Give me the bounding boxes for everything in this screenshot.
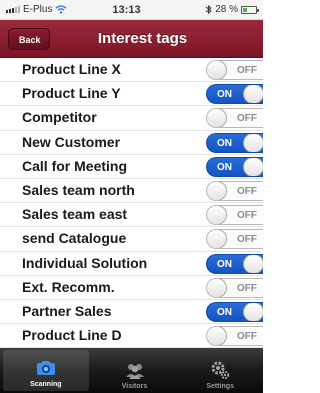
tag-toggle-switch[interactable]: OFF [206, 205, 263, 226]
tag-label: Sales team north [22, 181, 135, 198]
toggle-state-label: ON [217, 161, 232, 173]
tab-scanning[interactable]: Scanning [3, 350, 89, 391]
tag-toggle-switch[interactable]: ON [206, 253, 263, 274]
toggle-knob[interactable] [243, 133, 263, 152]
tab-visitors[interactable]: Visitors [92, 348, 178, 393]
tag-label: Product Line Y [22, 85, 121, 102]
tag-label: Call for Meeting [22, 157, 128, 174]
toggle-knob[interactable] [243, 254, 263, 273]
toggle-knob[interactable] [207, 230, 227, 249]
tag-row: Competitor OFF [0, 106, 263, 131]
tag-label: Competitor [22, 109, 97, 126]
toggle-knob[interactable] [207, 181, 227, 200]
toggle-knob[interactable] [207, 206, 227, 225]
tag-label: New Customer [22, 133, 121, 150]
tab-label: Scanning [30, 381, 62, 388]
toggle-state-label: ON [217, 89, 232, 101]
tag-label: Product Line X [22, 61, 121, 77]
tab-bar: Scanning Visitors Settings [0, 348, 263, 393]
tag-toggle-switch[interactable]: ON [206, 132, 263, 153]
tag-toggle-switch[interactable]: OFF [206, 180, 263, 201]
tag-row: Product Line Y ON [0, 82, 263, 107]
tab-label: Settings [206, 383, 234, 390]
tag-toggle-switch[interactable]: ON [206, 301, 263, 322]
tag-row: Individual Solution ON [0, 251, 263, 276]
toggle-state-label: ON [217, 137, 232, 149]
tag-toggle-switch[interactable]: OFF [206, 277, 263, 298]
toggle-knob[interactable] [243, 157, 263, 176]
tag-row: Product Line D OFF [0, 324, 263, 348]
tab-settings[interactable]: Settings [177, 348, 263, 393]
battery-icon [241, 5, 259, 14]
tag-row: Partner Sales ON [0, 299, 263, 325]
tag-toggle-switch[interactable]: OFF [206, 229, 263, 250]
toggle-knob[interactable] [207, 109, 227, 128]
tag-toggle-switch[interactable]: ON [206, 84, 263, 105]
tag-label: Individual Solution [22, 254, 148, 271]
status-right: 28 % [167, 4, 259, 15]
toggle-knob[interactable] [243, 302, 263, 321]
toggle-knob[interactable] [207, 61, 227, 79]
interest-tag-list: Product Line X OFF Product Line Y ON Competi… [0, 58, 263, 348]
tag-row: Sales team east OFF [0, 203, 263, 228]
status-bar: E-Plus 13:13 28 % [0, 0, 263, 20]
toggle-state-label: ON [217, 306, 232, 318]
tag-row: Product Line X OFF [0, 58, 263, 83]
tag-label: Sales team east [22, 206, 128, 223]
tag-label: send Catalogue [22, 230, 127, 247]
tag-toggle-switch[interactable]: OFF [206, 108, 263, 129]
tag-row: send Catalogue OFF [0, 227, 263, 252]
gears-icon [208, 360, 232, 380]
carrier-name: E-Plus [23, 4, 53, 15]
tag-toggle-switch[interactable]: ON [206, 156, 263, 177]
people-icon [123, 360, 147, 380]
wifi-icon [55, 5, 67, 14]
toggle-state-label: OFF [237, 65, 257, 76]
toggle-knob[interactable] [243, 85, 263, 104]
toggle-state-label: ON [217, 258, 232, 270]
tab-label: Visitors [121, 383, 148, 390]
status-left: E-Plus [6, 4, 96, 15]
tag-row: Sales team north OFF [0, 178, 263, 204]
toggle-knob[interactable] [207, 327, 227, 346]
toggle-state-label: OFF [237, 234, 257, 246]
navigation-bar: Interest tags Back [0, 20, 263, 58]
toggle-state-label: OFF [237, 113, 257, 125]
signal-strength-icon [6, 6, 20, 13]
toggle-state-label: OFF [237, 185, 257, 197]
toggle-state-label: OFF [237, 331, 257, 343]
tag-toggle-switch[interactable]: OFF [206, 326, 263, 347]
tag-label: Ext. Recomm. [22, 278, 115, 295]
back-button[interactable]: Back [8, 28, 50, 50]
toggle-state-label: OFF [237, 210, 257, 222]
tag-row: New Customer ON [0, 130, 263, 155]
bluetooth-icon [205, 5, 213, 14]
tag-label: Product Line D [22, 327, 122, 344]
toggle-knob[interactable] [207, 278, 227, 297]
status-time: 13:13 [112, 3, 141, 16]
tag-label: Partner Sales [22, 302, 112, 319]
toggle-state-label: OFF [237, 282, 257, 294]
battery-percent: 28 % [215, 4, 238, 15]
tag-row: Ext. Recomm. OFF [0, 275, 263, 300]
tag-toggle-switch[interactable]: OFF [206, 60, 263, 80]
camera-icon [34, 358, 58, 378]
tag-row: Call for Meeting ON [0, 154, 263, 179]
